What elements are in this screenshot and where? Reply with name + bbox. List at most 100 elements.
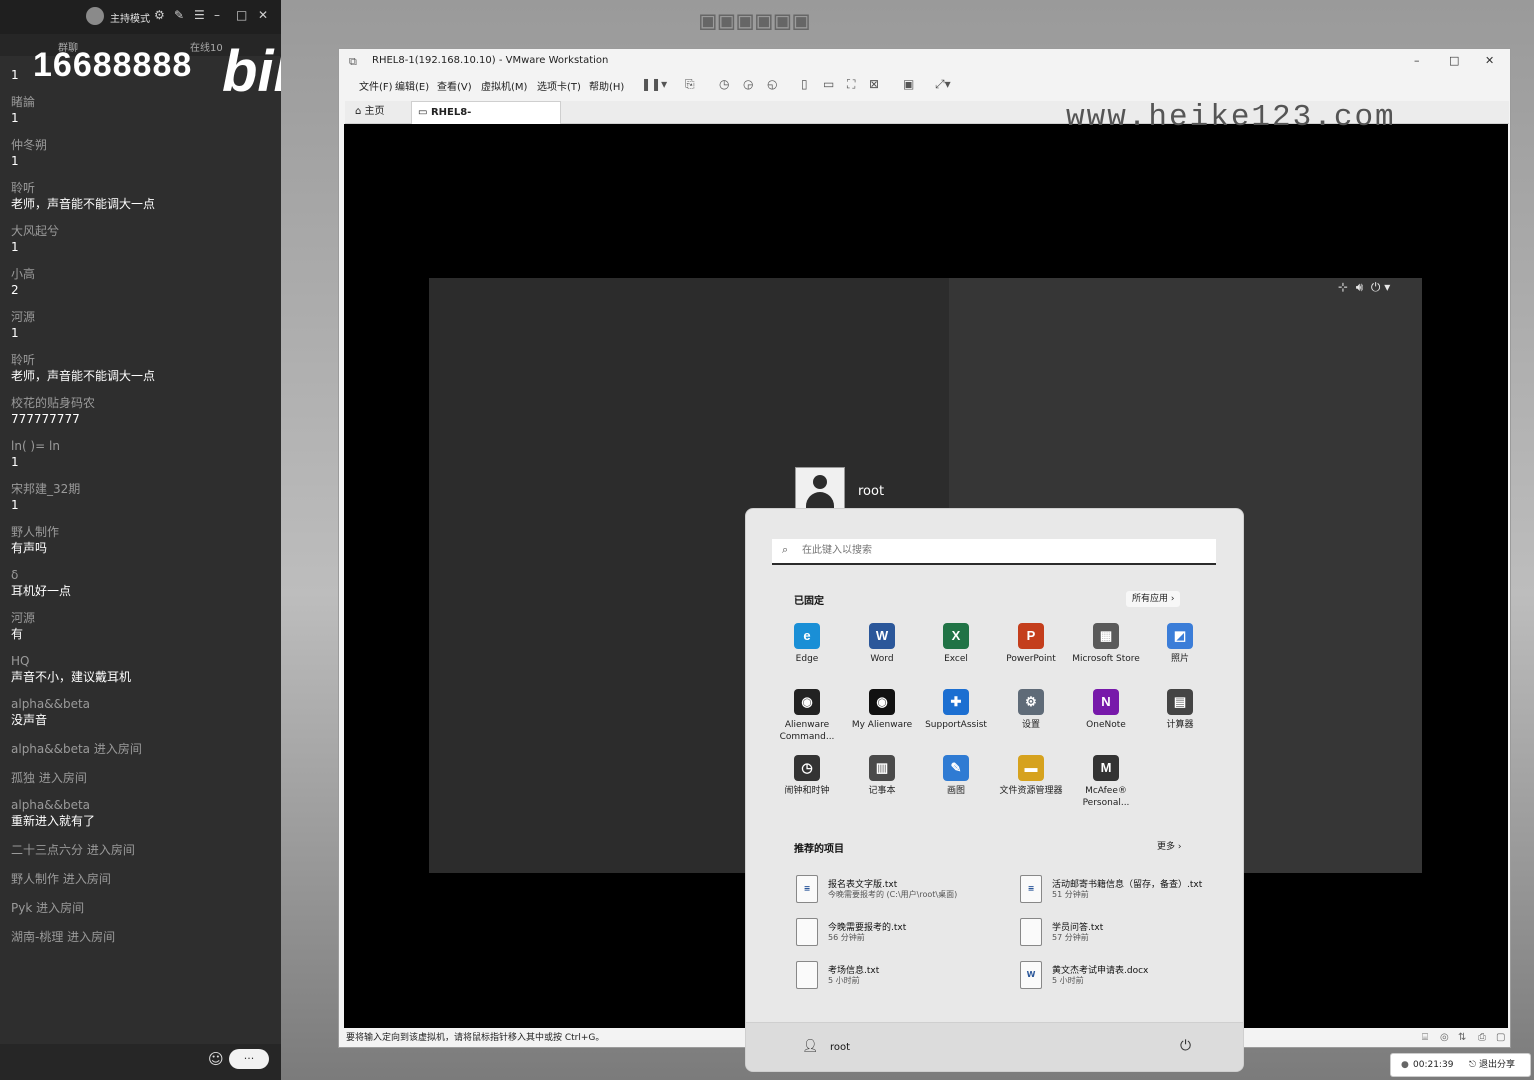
app-tile[interactable]: ◉ Alienware Command... bbox=[770, 689, 844, 751]
minimize-icon[interactable]: – bbox=[1414, 54, 1420, 67]
exit-share-button[interactable]: ⎋ 退出分享 bbox=[1469, 1054, 1515, 1076]
system-message: 野人制作 进入房间 bbox=[11, 870, 271, 888]
tab-online[interactable]: 在线10 bbox=[190, 39, 223, 54]
list-item: δ 耳机好一点 bbox=[11, 568, 271, 600]
app-tile[interactable]: ⚙ 设置 bbox=[994, 689, 1068, 751]
message-user[interactable]: 仲冬朔 bbox=[11, 138, 271, 152]
menu-vm[interactable]: 虚拟机(M) bbox=[481, 78, 527, 93]
message-text: 2 bbox=[11, 283, 19, 297]
send-ctrl-alt-del-icon[interactable]: ⎘ bbox=[685, 77, 695, 92]
message-user[interactable]: 聆听 bbox=[11, 353, 271, 367]
message-user[interactable]: δ bbox=[11, 568, 271, 582]
app-tile[interactable]: ▤ 计算器 bbox=[1143, 689, 1217, 751]
pinned-heading: 已固定 bbox=[794, 596, 824, 607]
pause-icon[interactable]: ❚❚▾ bbox=[641, 77, 667, 91]
message-icon[interactable]: ▢ bbox=[1496, 1030, 1505, 1046]
message-user[interactable]: HQ bbox=[11, 654, 271, 668]
tab-home-label: 主页 bbox=[364, 106, 385, 117]
recording-dot-icon: ● bbox=[1401, 1060, 1409, 1070]
message-user[interactable]: alpha&&beta bbox=[11, 697, 271, 711]
recommended-item[interactable]: W 黄文杰考试申请表.docx 5 小时前 bbox=[1020, 961, 1230, 999]
recommended-item[interactable]: 今晚需要报考的.txt 56 分钟前 bbox=[796, 918, 1006, 956]
message-user[interactable]: 聆听 bbox=[11, 181, 271, 195]
recommended-item[interactable]: ≡ 活动邮寄书籍信息（留存，备查）.txt 51 分钟前 bbox=[1020, 875, 1230, 913]
recommended-item[interactable]: ≡ 报名表文字版.txt 今晚需要报考的 (C:\用户\root\桌面) bbox=[796, 875, 1006, 913]
message-user[interactable]: 大风起兮 bbox=[11, 224, 271, 238]
footer-username[interactable]: root bbox=[830, 1042, 850, 1053]
app-tile[interactable]: N OneNote bbox=[1069, 689, 1143, 751]
hdd-icon[interactable]: ⌸ bbox=[1422, 1030, 1428, 1046]
menu-icon[interactable]: ☰ bbox=[194, 8, 205, 22]
minimize-icon[interactable]: – bbox=[214, 8, 220, 22]
app-tile[interactable]: X Excel bbox=[919, 623, 993, 685]
sidebar-icon[interactable]: ▯ bbox=[801, 77, 808, 91]
menu-tabs[interactable]: 选项卡(T) bbox=[537, 78, 581, 93]
list-item: 河源 1 bbox=[11, 310, 271, 342]
app-tile[interactable]: ◉ My Alienware bbox=[845, 689, 919, 751]
search-input[interactable] bbox=[802, 542, 1202, 559]
thumbnail-icon[interactable]: ▭ bbox=[823, 77, 834, 91]
send-button[interactable]: ··· bbox=[229, 1049, 269, 1069]
maximize-icon[interactable]: □ bbox=[1449, 54, 1459, 67]
tab-vm[interactable]: ▭ RHEL8-1(192.168.10.10) bbox=[411, 101, 561, 140]
search-box[interactable]: ⌕ bbox=[772, 539, 1216, 565]
login-username[interactable]: root bbox=[858, 484, 884, 499]
network-adapter-icon[interactable]: ⇅ bbox=[1458, 1030, 1466, 1046]
message-user[interactable]: 宋邦建_32期 bbox=[11, 482, 271, 496]
share-timer: 00:21:39 bbox=[1413, 1060, 1454, 1070]
revert-snapshot-icon[interactable]: ◶ bbox=[743, 77, 753, 91]
gdm-system-menu[interactable]: ⊹ 🔊︎ ⏻ ▾ bbox=[1338, 280, 1390, 295]
unity-icon[interactable]: ⊠ bbox=[869, 77, 879, 91]
app-tile[interactable]: e Edge bbox=[770, 623, 844, 685]
emoji-icon[interactable]: ☺ bbox=[208, 1050, 224, 1068]
fullscreen-icon[interactable]: ⛶ bbox=[847, 77, 855, 92]
message-user[interactable]: ln( )= ln bbox=[11, 439, 271, 453]
menu-help[interactable]: 帮助(H) bbox=[589, 78, 624, 93]
title-bar: ⧉ RHEL8-1(192.168.10.10) - VMware Workst… bbox=[339, 49, 1510, 73]
more-button[interactable]: 更多 › bbox=[1151, 839, 1187, 855]
recommended-subtitle: 5 小时前 bbox=[1052, 976, 1084, 985]
snapshot-manager-icon[interactable]: ◵ bbox=[767, 77, 777, 91]
app-tile[interactable]: P PowerPoint bbox=[994, 623, 1068, 685]
message-text: 重新进入就有了 bbox=[11, 814, 96, 828]
app-tile[interactable]: ◷ 闹钟和时钟 bbox=[770, 755, 844, 817]
cdrom-icon[interactable]: ◎ bbox=[1440, 1030, 1449, 1046]
printer-icon[interactable]: ⎙ bbox=[1478, 1030, 1486, 1046]
message-user[interactable]: 小高 bbox=[11, 267, 271, 281]
avatar[interactable] bbox=[86, 7, 104, 25]
message-user[interactable]: alpha&&beta bbox=[11, 798, 271, 812]
menu-view[interactable]: 查看(V) bbox=[437, 78, 472, 93]
message-user[interactable]: 野人制作 bbox=[11, 525, 271, 539]
user-icon[interactable]: 👤︎ bbox=[802, 1039, 819, 1054]
list-item: 小高 2 bbox=[11, 267, 271, 299]
message-text: 有声吗 bbox=[11, 541, 48, 555]
app-tile[interactable]: ✎ 画图 bbox=[919, 755, 993, 817]
recommended-item[interactable]: 考场信息.txt 5 小时前 bbox=[796, 961, 1006, 999]
app-tile[interactable]: ▦ Microsoft Store bbox=[1069, 623, 1143, 685]
stretch-icon[interactable]: ⤢▾ bbox=[935, 77, 951, 92]
host-mode-label[interactable]: 主持模式 bbox=[110, 10, 150, 25]
menu-edit[interactable]: 编辑(E) bbox=[395, 78, 429, 93]
close-icon[interactable]: ✕ bbox=[1485, 54, 1494, 67]
message-user[interactable]: 河源 bbox=[11, 310, 271, 324]
power-icon[interactable]: ⏻ bbox=[1180, 1038, 1191, 1054]
settings-icon[interactable]: ⚙ bbox=[154, 8, 165, 22]
edit-icon[interactable]: ✎ bbox=[174, 8, 184, 22]
tab-home[interactable]: ⌂ 主页 bbox=[349, 101, 413, 123]
snapshot-icon[interactable]: ◷ bbox=[719, 77, 729, 91]
message-user[interactable]: 河源 bbox=[11, 611, 271, 625]
recommended-item[interactable]: 学员问答.txt 57 分钟前 bbox=[1020, 918, 1230, 956]
app-tile[interactable]: W Word bbox=[845, 623, 919, 685]
message-user[interactable]: 校花的贴身码农 bbox=[11, 396, 271, 410]
app-tile[interactable]: ▥ 记事本 bbox=[845, 755, 919, 817]
app-tile[interactable]: M McAfee® Personal... bbox=[1069, 755, 1143, 817]
console-icon[interactable]: ▣ bbox=[903, 77, 914, 91]
close-icon[interactable]: ✕ bbox=[258, 8, 268, 22]
all-apps-button[interactable]: 所有应用 › bbox=[1126, 591, 1181, 607]
menu-file[interactable]: 文件(F) bbox=[359, 78, 393, 93]
start-menu: ⌕ 已固定 所有应用 › e Edge W Word X Excel P PowerPoint… bbox=[745, 508, 1244, 1072]
maximize-icon[interactable]: □ bbox=[236, 8, 247, 22]
app-tile[interactable]: ✚ SupportAssist bbox=[919, 689, 993, 751]
app-tile[interactable]: ▬ 文件资源管理器 bbox=[994, 755, 1068, 817]
app-tile[interactable]: ◩ 照片 bbox=[1143, 623, 1217, 685]
